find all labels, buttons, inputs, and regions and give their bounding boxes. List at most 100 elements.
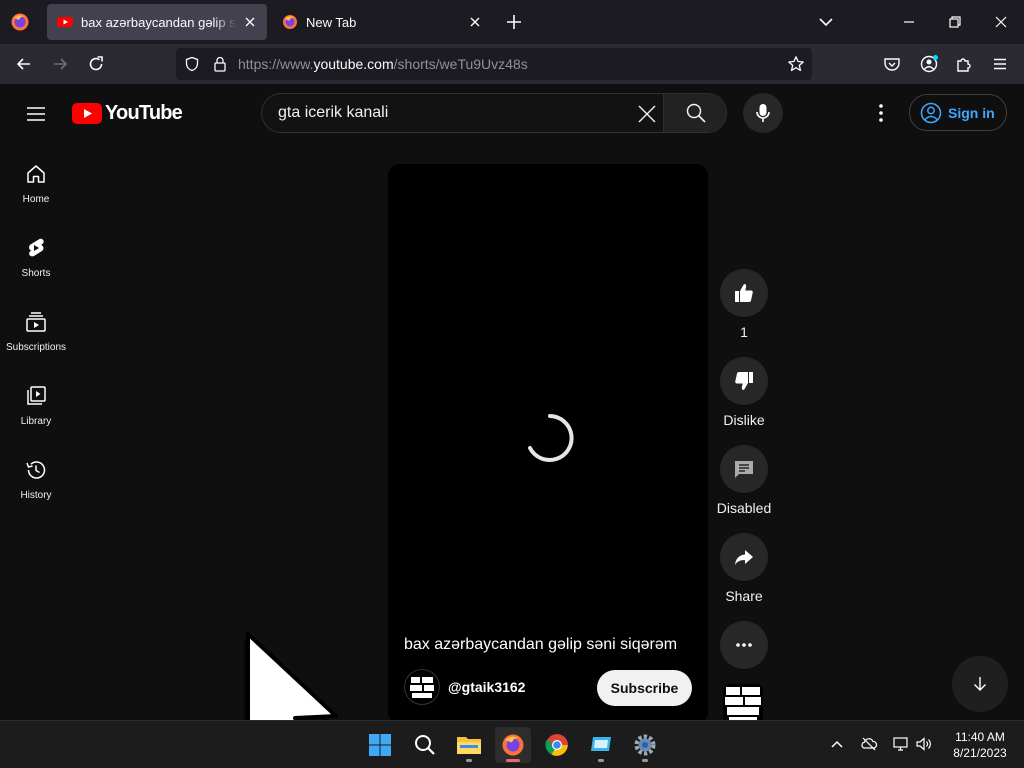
- sign-in-button[interactable]: Sign in: [909, 94, 1007, 131]
- arrow-down-icon: [974, 677, 986, 691]
- gta-logo-avatar-icon: [410, 677, 434, 698]
- browser-nav-bar: https://www.youtube.com/shorts/weTu9Uvz4…: [0, 44, 1024, 84]
- sidebar-item-shorts[interactable]: Shorts: [0, 222, 72, 296]
- extensions-puzzle-icon[interactable]: [954, 54, 974, 74]
- url-prefix: https://www.: [238, 56, 314, 72]
- search-button[interactable]: [663, 94, 726, 132]
- share-button[interactable]: [720, 533, 768, 581]
- account-icon[interactable]: [919, 54, 939, 74]
- volume-speaker-icon[interactable]: [915, 735, 933, 753]
- microphone-icon: [756, 104, 770, 122]
- firefox-view-icon[interactable]: [8, 10, 32, 34]
- youtube-page: YouTube Sign in Home Shorts Subscription…: [0, 84, 1024, 720]
- channel-avatar[interactable]: [404, 669, 440, 705]
- search-input[interactable]: [262, 94, 662, 132]
- sidebar-item-label: Subscriptions: [5, 342, 67, 353]
- url-domain: youtube.com: [313, 56, 394, 72]
- forward-arrow-icon[interactable]: [50, 54, 70, 74]
- like-button[interactable]: [720, 269, 768, 317]
- sidebar-item-subscriptions[interactable]: Subscriptions: [0, 296, 72, 370]
- subscribe-button[interactable]: Subscribe: [597, 670, 692, 706]
- search-box: [261, 93, 727, 133]
- settings-kebab-icon[interactable]: [869, 101, 893, 125]
- subscriptions-icon: [26, 312, 46, 332]
- minimize-window-icon[interactable]: [899, 12, 919, 32]
- bookmark-star-icon[interactable]: [787, 55, 805, 73]
- clear-search-icon[interactable]: [636, 103, 658, 125]
- address-bar[interactable]: https://www.youtube.com/shorts/weTu9Uvz4…: [176, 48, 812, 80]
- share-label: Share: [725, 588, 763, 604]
- sidebar-item-label: History: [20, 490, 52, 501]
- network-icon[interactable]: [892, 735, 910, 753]
- channel-info[interactable]: @gtaik3162: [404, 669, 525, 705]
- taskbar-chrome[interactable]: [539, 727, 575, 763]
- restore-window-icon[interactable]: [945, 12, 965, 32]
- share-action: Share: [715, 533, 773, 604]
- more-actions-button[interactable]: [720, 621, 768, 669]
- tab-youtube-short[interactable]: bax azərbaycandan gəlip səni siqərəm - Y…: [47, 4, 267, 40]
- settings-gear-icon: [634, 734, 656, 756]
- tab-title: New Tab: [306, 14, 357, 30]
- like-count: 1: [740, 324, 748, 340]
- dislike-button[interactable]: [720, 357, 768, 405]
- start-button[interactable]: [362, 727, 398, 763]
- search-icon: [415, 735, 435, 755]
- channel-name[interactable]: @gtaik3162: [448, 679, 525, 695]
- like-action: 1: [715, 269, 773, 340]
- sidebar-item-library[interactable]: Library: [0, 370, 72, 444]
- firefox-icon: [502, 734, 524, 756]
- onedrive-offline-icon[interactable]: [860, 735, 878, 753]
- system-clock[interactable]: 11:40 AM 8/21/2023: [940, 729, 1020, 761]
- sidebar-item-history[interactable]: History: [0, 444, 72, 518]
- mouse-pointer-icon: [244, 632, 338, 720]
- browser-tab-bar: bax azərbaycandan gəlip səni siqərəm - Y…: [0, 0, 1024, 44]
- windows-taskbar: 11:40 AM 8/21/2023: [0, 720, 1024, 768]
- clock-time: 11:40 AM: [955, 730, 1005, 744]
- guide-menu-icon[interactable]: [24, 102, 48, 126]
- app-menu-hamburger-icon[interactable]: [990, 54, 1010, 74]
- dislike-action: Dislike: [715, 357, 773, 428]
- taskbar-file-explorer[interactable]: [451, 727, 487, 763]
- show-hidden-icons-chevron-icon[interactable]: [828, 735, 846, 753]
- back-arrow-icon[interactable]: [14, 54, 34, 74]
- more-horizontal-icon: [736, 643, 752, 647]
- sidebar-item-label: Shorts: [21, 268, 51, 279]
- youtube-favicon-icon: [57, 17, 73, 27]
- sidebar-item-home[interactable]: Home: [0, 148, 72, 222]
- clock-date: 8/21/2023: [953, 746, 1007, 760]
- taskbar-settings[interactable]: [627, 727, 663, 763]
- voice-search-button[interactable]: [743, 93, 783, 133]
- thumbs-down-icon: [735, 372, 753, 390]
- gta-logo-thumbnail-icon: [725, 687, 761, 720]
- new-tab-plus-icon[interactable]: [504, 12, 524, 32]
- close-tab-icon[interactable]: [468, 15, 482, 29]
- taskbar-firefox[interactable]: [495, 727, 531, 763]
- comment-icon: [735, 461, 753, 478]
- windows-logo-icon: [369, 734, 391, 756]
- pocket-icon[interactable]: [882, 54, 902, 74]
- thumbs-up-icon: [735, 284, 753, 302]
- tab-new-tab[interactable]: New Tab: [272, 4, 492, 40]
- reload-icon[interactable]: [86, 54, 106, 74]
- more-action: [715, 621, 773, 669]
- tracking-protection-shield-icon[interactable]: [184, 56, 200, 72]
- shorts-video-player[interactable]: bax azərbaycandan gəlip səni siqərəm @gt…: [388, 164, 708, 720]
- short-title[interactable]: bax azərbaycandan gəlip səni siqərəm: [404, 636, 677, 654]
- account-circle-icon: [920, 102, 942, 123]
- running-indicator: [642, 759, 648, 762]
- url-text[interactable]: https://www.youtube.com/shorts/weTu9Uvz4…: [238, 56, 528, 72]
- running-indicator: [598, 759, 604, 762]
- close-tab-icon[interactable]: [243, 15, 257, 29]
- sound-source-channel-thumbnail[interactable]: [723, 684, 763, 720]
- lock-icon[interactable]: [212, 55, 228, 73]
- sign-in-label: Sign in: [948, 104, 995, 121]
- next-short-button[interactable]: [952, 656, 1008, 712]
- url-path: /shorts/weTu9Uvz48s: [393, 56, 528, 72]
- youtube-logo[interactable]: YouTube: [72, 101, 183, 125]
- close-window-icon[interactable]: [991, 12, 1011, 32]
- taskbar-app[interactable]: [583, 727, 619, 763]
- comments-button[interactable]: [720, 445, 768, 493]
- history-icon: [26, 461, 46, 479]
- list-all-tabs-chevron-icon[interactable]: [816, 12, 836, 32]
- taskbar-search-button[interactable]: [407, 727, 443, 763]
